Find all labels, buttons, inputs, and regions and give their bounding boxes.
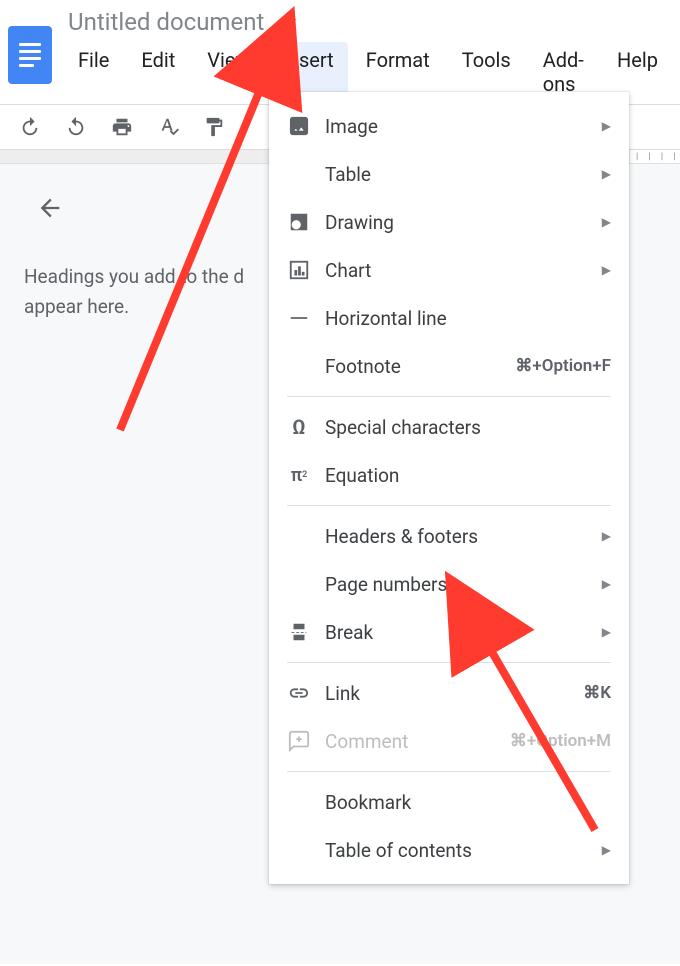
insert-dropdown: Image ▶ Table ▶ Drawing ▶ Chart ▶ Horizo… — [269, 92, 629, 884]
chevron-right-icon: ▶ — [602, 263, 611, 277]
menu-item-label: Special characters — [325, 416, 611, 439]
menu-item-headers-footers[interactable]: Headers & footers ▶ — [269, 512, 629, 560]
menu-item-break[interactable]: Break ▶ — [269, 608, 629, 656]
menu-item-footnote[interactable]: Footnote ⌘+Option+F — [269, 342, 629, 390]
menu-item-label: Break — [325, 621, 588, 644]
menu-item-label: Drawing — [325, 211, 588, 234]
chevron-right-icon: ▶ — [602, 119, 611, 133]
menu-item-image[interactable]: Image ▶ — [269, 102, 629, 150]
menu-item-label: Table of contents — [325, 839, 588, 862]
menu-item-label: Page numbers — [325, 573, 588, 596]
page-break-icon — [287, 620, 311, 644]
chevron-right-icon: ▶ — [602, 625, 611, 639]
drawing-icon — [287, 210, 311, 234]
print-icon[interactable] — [110, 115, 134, 139]
menu-item-link[interactable]: Link ⌘K — [269, 669, 629, 717]
menu-item-table-of-contents[interactable]: Table of contents ▶ — [269, 826, 629, 874]
menu-item-comment: Comment ⌘+Option+M — [269, 717, 629, 765]
menu-item-shortcut: ⌘+Option+M — [510, 731, 611, 751]
docs-logo-icon[interactable] — [8, 26, 52, 84]
menu-item-label: Table — [325, 163, 588, 186]
omega-icon: Ω — [287, 415, 311, 439]
undo-icon[interactable] — [18, 115, 42, 139]
chevron-right-icon: ▶ — [602, 167, 611, 181]
comment-icon — [287, 729, 311, 753]
chevron-right-icon: ▶ — [602, 577, 611, 591]
spellcheck-icon[interactable] — [156, 115, 180, 139]
menu-item-bookmark[interactable]: Bookmark — [269, 778, 629, 826]
chevron-right-icon: ▶ — [602, 215, 611, 229]
menu-separator — [287, 396, 611, 397]
paint-format-icon[interactable] — [202, 115, 226, 139]
menu-item-label: Footnote — [325, 355, 501, 378]
menu-item-label: Horizontal line — [325, 307, 611, 330]
menu-separator — [287, 771, 611, 772]
menu-item-shortcut: ⌘K — [583, 683, 611, 703]
menu-item-label: Equation — [325, 464, 611, 487]
menu-item-chart[interactable]: Chart ▶ — [269, 246, 629, 294]
horizontal-line-icon — [287, 306, 311, 330]
menu-item-special-characters[interactable]: Ω Special characters — [269, 403, 629, 451]
menu-item-label: Headers & footers — [325, 525, 588, 548]
menu-item-shortcut: ⌘+Option+F — [515, 356, 611, 376]
menu-separator — [287, 505, 611, 506]
chart-icon — [287, 258, 311, 282]
redo-icon[interactable] — [64, 115, 88, 139]
menu-file[interactable]: File — [64, 42, 123, 102]
chevron-right-icon: ▶ — [602, 529, 611, 543]
star-icon[interactable]: ☆ — [278, 10, 298, 35]
pi-icon: π2 — [287, 463, 311, 487]
menu-item-label: Chart — [325, 259, 588, 282]
image-icon — [287, 114, 311, 138]
document-title[interactable]: Untitled document — [68, 8, 264, 36]
menu-item-equation[interactable]: π2 Equation — [269, 451, 629, 499]
menu-view[interactable]: View — [193, 42, 264, 102]
menu-item-label: Comment — [325, 730, 496, 753]
menu-item-table[interactable]: Table ▶ — [269, 150, 629, 198]
menu-edit[interactable]: Edit — [127, 42, 189, 102]
chevron-right-icon: ▶ — [602, 843, 611, 857]
menu-item-label: Link — [325, 682, 569, 705]
menu-item-horizontal-line[interactable]: Horizontal line — [269, 294, 629, 342]
menu-item-page-numbers[interactable]: Page numbers ▶ — [269, 560, 629, 608]
menu-item-label: Image — [325, 115, 588, 138]
menu-separator — [287, 662, 611, 663]
menu-item-drawing[interactable]: Drawing ▶ — [269, 198, 629, 246]
link-icon — [287, 681, 311, 705]
menu-item-label: Bookmark — [325, 791, 611, 814]
